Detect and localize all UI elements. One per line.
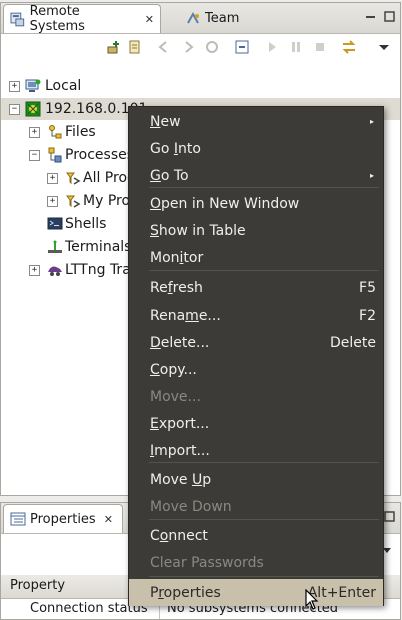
menu-item-delete[interactable]: Delete... Delete: [129, 329, 383, 356]
close-icon[interactable]: ✕: [104, 513, 113, 526]
submenu-arrow-icon: ▸: [369, 117, 374, 126]
tree-item-label: Shells: [65, 216, 107, 232]
menu-item-label: Move...: [150, 388, 201, 405]
menu-item-open-in-new-window[interactable]: Open in New Window: [129, 190, 383, 217]
menu-item-label: Show in Table: [150, 222, 246, 239]
tree-item-label: Processes: [65, 147, 135, 163]
local-host-icon: [25, 79, 41, 92]
menu-item-label: Copy...: [150, 361, 197, 378]
menu-item-move-down: Move Down: [129, 493, 383, 520]
menu-item-show-in-table[interactable]: Show in Table: [129, 217, 383, 244]
files-icon: [49, 125, 62, 139]
process-filter-icon: [66, 172, 81, 185]
menu-separator: [149, 576, 379, 577]
expand-icon[interactable]: +: [47, 195, 58, 207]
mouse-cursor-icon: [305, 589, 319, 610]
tree-item-label: Files: [65, 124, 96, 140]
process-filter-icon: [66, 195, 81, 208]
menu-item-label: Move Up: [150, 471, 212, 488]
menu-item-clear-passwords: Clear Passwords: [129, 549, 383, 576]
tab-properties[interactable]: Properties ✕: [3, 504, 123, 533]
menu-item-label: Go Into: [150, 140, 201, 157]
menu-item-label: Properties: [150, 584, 221, 601]
menu-item-shortcut: Delete: [330, 334, 376, 351]
lttng-icon: [48, 266, 62, 276]
remote-host-icon: [25, 101, 41, 117]
menu-item-monitor[interactable]: Monitor: [129, 244, 383, 271]
menu-item-refresh[interactable]: Refresh F5: [129, 274, 383, 301]
collapse-icon[interactable]: −: [9, 103, 20, 115]
tree-item-local[interactable]: + Local: [1, 75, 400, 97]
menu-item-connect[interactable]: Connect: [129, 522, 383, 549]
menu-item-go-to[interactable]: Go To ▸: [129, 162, 383, 189]
menu-item-rename[interactable]: Rename... F2: [129, 302, 383, 329]
expand-icon[interactable]: +: [29, 264, 40, 276]
menu-item-label: Rename...: [150, 307, 221, 324]
menu-item-label: Open in New Window: [150, 195, 300, 212]
menu-item-label: Import...: [150, 442, 210, 459]
menu-item-label: Refresh: [150, 279, 203, 296]
shells-icon: [47, 217, 63, 230]
menu-item-label: Move Down: [150, 498, 232, 515]
tab-label: Properties: [30, 511, 96, 527]
context-menu: New ▸ Go Into Go To ▸ Open in New Window Show …: [128, 106, 384, 606]
expand-icon[interactable]: +: [9, 80, 20, 92]
maximize-icon[interactable]: [384, 511, 395, 522]
column-header-property[interactable]: Property: [10, 578, 65, 593]
menu-item-shortcut: F2: [359, 307, 376, 324]
tree-item-label: Terminals: [65, 239, 132, 255]
terminals-icon: [48, 240, 62, 253]
menu-item-properties[interactable]: Properties Alt+Enter: [129, 579, 383, 606]
menu-item-go-into[interactable]: Go Into: [129, 135, 383, 162]
menu-item-move-up[interactable]: Move Up: [129, 466, 383, 493]
menu-item-export[interactable]: Export...: [129, 410, 383, 437]
menu-item-label: Connect: [150, 527, 208, 544]
menu-item-label: New: [150, 113, 181, 130]
menu-item-move: Move...: [129, 383, 383, 410]
menu-item-label: Go To: [150, 167, 189, 184]
menu-item-label: Clear Passwords: [150, 554, 264, 571]
menu-item-label: Export...: [150, 415, 210, 432]
menu-item-import[interactable]: Import...: [129, 437, 383, 464]
collapse-icon[interactable]: −: [29, 149, 40, 161]
expand-icon[interactable]: +: [29, 126, 40, 138]
tree-item-label: Local: [45, 78, 82, 94]
menu-item-new[interactable]: New ▸: [129, 108, 383, 135]
processes-icon: [48, 147, 62, 163]
menu-item-label: Delete...: [150, 334, 210, 351]
submenu-arrow-icon: ▸: [369, 171, 374, 180]
menu-item-shortcut: F5: [359, 279, 376, 296]
menu-item-label: Monitor: [150, 249, 204, 266]
menu-item-copy[interactable]: Copy...: [129, 356, 383, 383]
expand-icon[interactable]: +: [47, 172, 58, 184]
properties-icon: [10, 512, 26, 526]
